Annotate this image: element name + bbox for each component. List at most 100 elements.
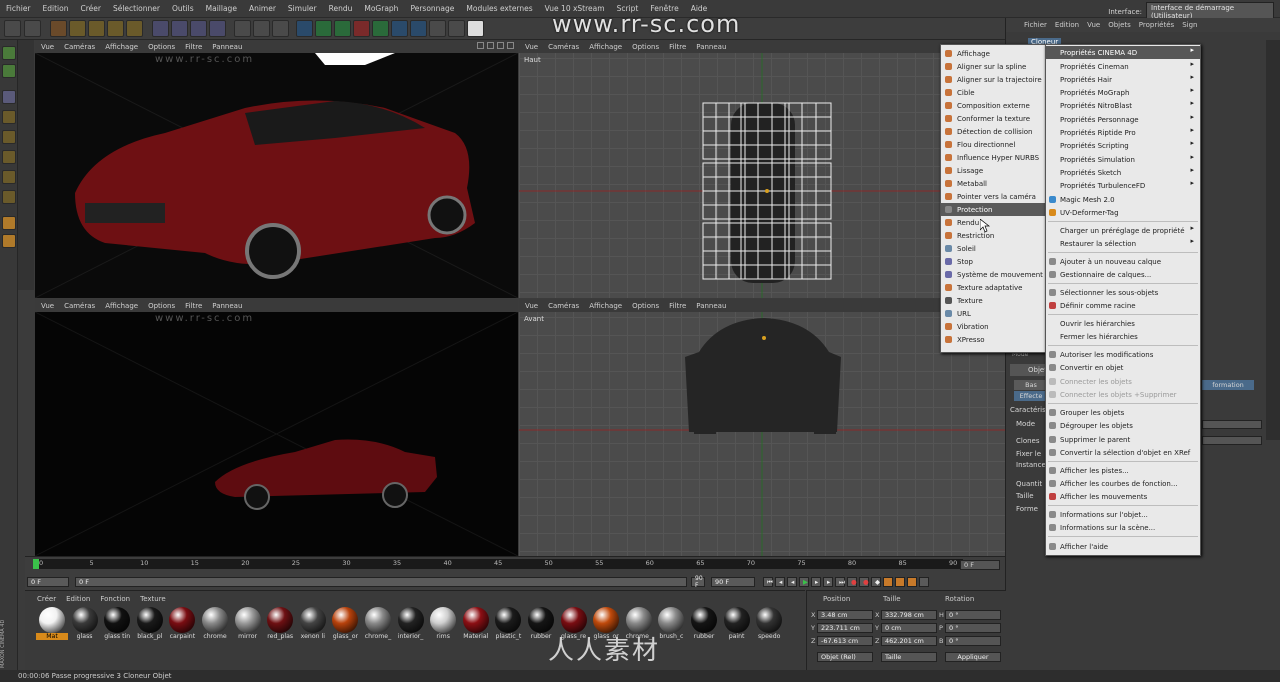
tag-soleil[interactable]: Soleil [941, 242, 1045, 255]
rotation-key-icon[interactable] [907, 577, 917, 587]
tag-url[interactable]: URL [941, 307, 1045, 320]
viewport-render[interactable]: Vue Caméras Affichage Options Filtre Pan… [35, 299, 518, 556]
material-swatch[interactable]: chrome [200, 607, 230, 647]
scale-tool-icon[interactable] [88, 20, 105, 37]
ctx-proprietes-sketch[interactable]: Propriétés Sketch ▸ [1046, 166, 1200, 179]
tag-cible[interactable]: Cible [941, 86, 1045, 99]
viewport-front[interactable]: Vue Caméras Affichage Options Filtre Pan… [519, 299, 1005, 556]
render-picture-icon[interactable] [253, 20, 270, 37]
ctx-uv-deformer-tag[interactable]: UV-Deformer-Tag [1046, 206, 1200, 219]
vp-menu-options[interactable]: Options [148, 43, 175, 51]
vp-menu-vue[interactable]: Vue [41, 43, 54, 51]
om-menu-proprietes[interactable]: Propriétés [1139, 21, 1174, 29]
coordinate-system-icon[interactable] [209, 20, 226, 37]
material-swatch[interactable]: black_pl [135, 607, 165, 647]
python-icon[interactable] [467, 20, 484, 37]
go-start-icon[interactable]: ⏮ [763, 577, 773, 587]
tag-aligner-spline[interactable]: Aligner sur la spline [941, 60, 1045, 73]
ctx-restaurer-selection[interactable]: Restaurer la sélection ▸ [1046, 237, 1200, 250]
autokey-icon[interactable]: ● [859, 577, 869, 587]
menu-simuler[interactable]: Simuler [282, 4, 323, 13]
render-settings-icon[interactable] [272, 20, 289, 37]
vp-menu-filtre[interactable]: Filtre [185, 43, 202, 51]
tag-lissage[interactable]: Lissage [941, 164, 1045, 177]
select-tool-icon[interactable] [50, 20, 67, 37]
vp-menu-panneau[interactable]: Panneau [696, 302, 726, 310]
record-icon[interactable]: ● [847, 577, 857, 587]
ctx-proprietes-cineman[interactable]: Propriétés Cineman ▸ [1046, 60, 1200, 73]
tag-metaball[interactable]: Metaball [941, 177, 1045, 190]
mode-dropdown[interactable] [1202, 420, 1262, 429]
ctx-convertir-xref[interactable]: Convertir la sélection d'objet en XRef [1046, 446, 1200, 459]
array-icon[interactable] [334, 20, 351, 37]
vp-menu-vue[interactable]: Vue [525, 302, 538, 310]
ctx-proprietes-mograph[interactable]: Propriétés MoGraph ▸ [1046, 86, 1200, 99]
vp-menu-cameras[interactable]: Caméras [64, 43, 95, 51]
material-swatch[interactable]: plastic_t [493, 607, 523, 647]
plugin-icon[interactable] [448, 20, 465, 37]
material-swatch[interactable]: brush_c [656, 607, 686, 647]
ctx-afficher-pistes[interactable]: Afficher les pistes... [1046, 464, 1200, 477]
material-swatch[interactable]: glass tin [102, 607, 132, 647]
start-frame-field[interactable]: 0 F [27, 577, 69, 587]
texture-axis-icon[interactable] [2, 110, 16, 124]
light-icon[interactable] [410, 20, 427, 37]
deformer-icon[interactable] [353, 20, 370, 37]
camera-icon[interactable] [391, 20, 408, 37]
ctx-proprietes-hair[interactable]: Propriétés Hair ▸ [1046, 73, 1200, 86]
clones-dropdown[interactable] [1202, 436, 1262, 445]
vp-menu-panneau[interactable]: Panneau [212, 302, 242, 310]
ctx-proprietes-turbulencefd[interactable]: Propriétés TurbulenceFD ▸ [1046, 179, 1200, 192]
nurbs-icon[interactable] [315, 20, 332, 37]
ctx-autoriser-modifications[interactable]: Autoriser les modifications [1046, 348, 1200, 361]
ctx-info-objet[interactable]: Informations sur l'objet... [1046, 508, 1200, 521]
maximize-view-icon[interactable] [507, 42, 514, 49]
material-swatch[interactable]: interior_ [396, 607, 426, 647]
ctx-proprietes-simulation[interactable]: Propriétés Simulation ▸ [1046, 153, 1200, 166]
coord-rot-b[interactable]: 0 ° [945, 636, 1001, 646]
next-frame-icon[interactable]: ▸ [811, 577, 821, 587]
om-menu-objets[interactable]: Objets [1108, 21, 1131, 29]
ctx-gestionnaire-calques[interactable]: Gestionnaire de calques... [1046, 268, 1200, 281]
ctx-proprietes-scripting[interactable]: Propriétés Scripting ▸ [1046, 139, 1200, 152]
ctx-convertir-objet[interactable]: Convertir en objet [1046, 361, 1200, 374]
material-swatch[interactable]: rims [428, 607, 458, 647]
material-swatch[interactable]: Material [461, 607, 491, 647]
rotate-view-icon[interactable] [497, 42, 504, 49]
vp-menu-filtre[interactable]: Filtre [669, 43, 686, 51]
coord-pos-x[interactable]: 3.48 cm [817, 610, 873, 620]
apply-button[interactable]: Appliquer [945, 652, 1001, 662]
menu-personnage[interactable]: Personnage [404, 4, 460, 13]
vp-menu-panneau[interactable]: Panneau [696, 43, 726, 51]
mat-menu-fonction[interactable]: Fonction [100, 595, 130, 603]
cube-icon[interactable] [296, 20, 313, 37]
tag-stop[interactable]: Stop [941, 255, 1045, 268]
move-view-icon[interactable] [477, 42, 484, 49]
viewport-top[interactable]: Vue Caméras Affichage Options Filtre Pan… [519, 40, 1005, 298]
coord-size-y[interactable]: 0 cm [881, 623, 937, 633]
menu-outils[interactable]: Outils [166, 4, 200, 13]
edges-mode-icon[interactable] [2, 150, 16, 164]
play-icon[interactable]: ▶ [799, 577, 809, 587]
xstream-icon[interactable] [429, 20, 446, 37]
keyframe-selection-icon[interactable]: ◆ [871, 577, 881, 587]
vp-menu-affichage[interactable]: Affichage [589, 43, 622, 51]
material-swatch[interactable]: rubber [689, 607, 719, 647]
redo-icon[interactable] [24, 20, 41, 37]
tag-rendu[interactable]: Rendu [941, 216, 1045, 229]
coord-mode-select[interactable]: Objet (Rel) [817, 652, 873, 662]
tag-vibration[interactable]: Vibration [941, 320, 1045, 333]
vp-menu-filtre[interactable]: Filtre [669, 302, 686, 310]
mat-menu-texture[interactable]: Texture [140, 595, 166, 603]
param-key-icon[interactable] [919, 577, 929, 587]
tag-restriction[interactable]: Restriction [941, 229, 1045, 242]
vp-menu-affichage[interactable]: Affichage [105, 43, 138, 51]
ctx-degrouper-objets[interactable]: Dégrouper les objets [1046, 419, 1200, 432]
menu-edition[interactable]: Edition [37, 4, 75, 13]
tag-conformer-texture[interactable]: Conformer la texture [941, 112, 1045, 125]
ctx-grouper-objets[interactable]: Grouper les objets [1046, 406, 1200, 419]
menu-creer[interactable]: Créer [74, 4, 106, 13]
tag-texture-adaptative[interactable]: Texture adaptative [941, 281, 1045, 294]
make-editable-icon[interactable] [2, 46, 16, 60]
material-swatch[interactable]: red_plas [265, 607, 295, 647]
